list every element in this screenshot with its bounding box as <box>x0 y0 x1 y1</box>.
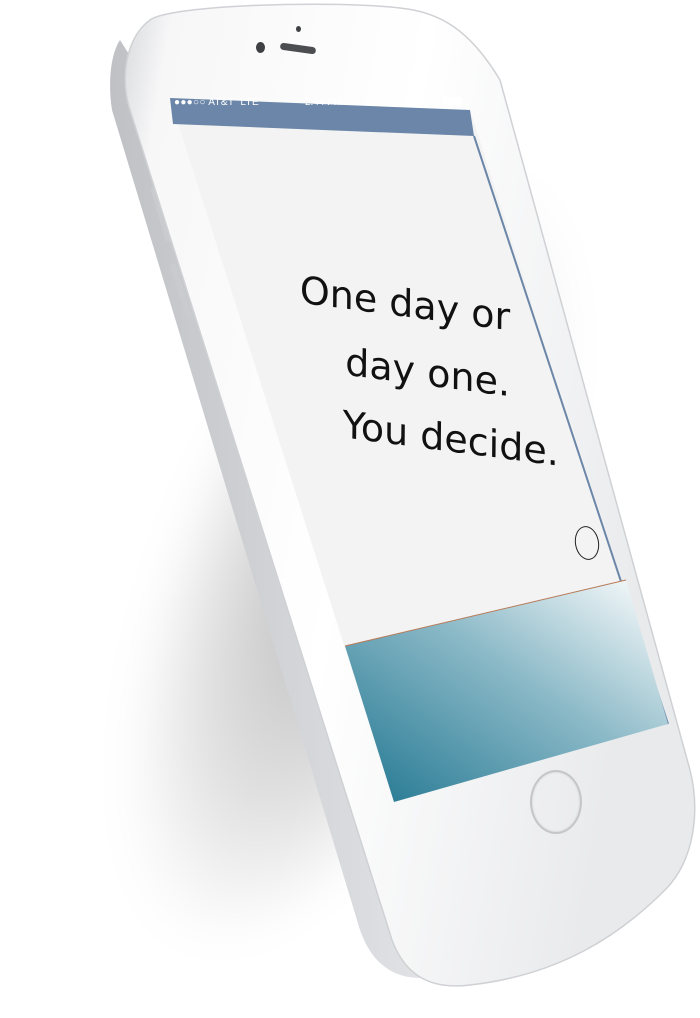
phone <box>0 0 700 1018</box>
front-camera-icon <box>256 42 265 53</box>
phone-body-graphic <box>110 3 696 987</box>
bluetooth-icon: ᛒ <box>402 97 409 108</box>
location-arrow-icon: ➚ <box>394 97 401 108</box>
battery-icon <box>442 97 462 106</box>
network-type: LTE <box>240 97 259 108</box>
quote-line-2: day one. <box>345 339 511 406</box>
signal-strength-icon: ●●●○○ <box>174 97 206 108</box>
status-bar: ●●●○○ AT&T LTE 2:44 PM ➚ ᛒ 100% <box>170 94 470 112</box>
status-right-group: ➚ ᛒ 100% <box>394 97 462 108</box>
proximity-sensor <box>296 26 301 32</box>
carrier-name: AT&T <box>208 97 235 108</box>
home-button-icon[interactable] <box>530 770 582 834</box>
mockup-stage: ●●●○○ AT&T LTE 2:44 PM ➚ ᛒ 100% One day … <box>0 0 700 1018</box>
status-time: 2:44 PM <box>305 97 343 108</box>
battery-percent: 100% <box>411 97 438 108</box>
carrier-info: ●●●○○ AT&T LTE <box>174 97 259 108</box>
